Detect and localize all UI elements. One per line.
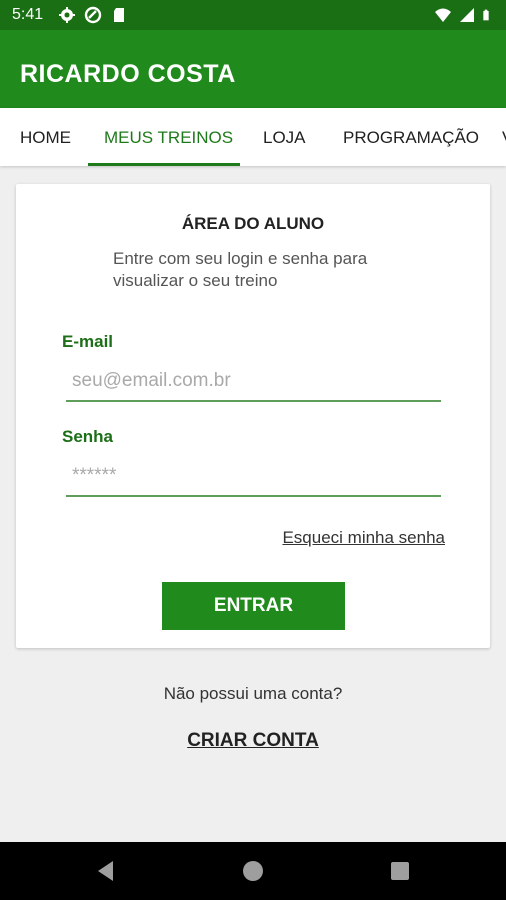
app-title: RICARDO COSTA [20, 60, 236, 88]
card-subtitle: Entre com seu login e senha para visuali… [113, 249, 368, 290]
back-icon[interactable] [93, 858, 119, 884]
status-bar: 5:41 [0, 0, 506, 30]
tab-home[interactable]: HOME [20, 108, 71, 166]
data-saver-icon [84, 6, 102, 24]
tab-active-indicator [88, 163, 240, 166]
gear-icon [59, 7, 75, 23]
tab-meus-treinos[interactable]: MEUS TREINOS [104, 108, 233, 166]
no-account-text: Não possui uma conta? [163, 684, 343, 703]
wifi-icon [435, 8, 451, 22]
app-bar: RICARDO COSTA [0, 30, 506, 108]
system-nav-bar [0, 842, 506, 900]
login-card: ÁREA DO ALUNO Entre com seu login e senh… [16, 184, 490, 648]
battery-icon [483, 9, 489, 21]
signal-icon [460, 8, 474, 22]
card-title: ÁREA DO ALUNO [181, 214, 325, 233]
create-account-wrapper: CRIAR CONTA [0, 730, 506, 752]
password-field[interactable] [66, 457, 441, 497]
create-account-link[interactable]: CRIAR CONTA [187, 730, 319, 751]
tab-programacao[interactable]: PROGRAMAÇÃO [343, 108, 479, 166]
tab-loja[interactable]: LOJA [263, 108, 306, 166]
email-field[interactable] [66, 362, 441, 402]
tab-partial[interactable]: V [502, 108, 506, 166]
email-label: E-mail [62, 332, 114, 351]
sd-card-icon [114, 8, 124, 22]
status-time: 5:41 [12, 6, 44, 23]
forgot-password-link[interactable]: Esqueci minha senha [282, 528, 445, 548]
login-button[interactable]: ENTRAR [162, 582, 345, 630]
tab-bar: HOME MEUS TREINOS LOJA PROGRAMAÇÃO V [0, 108, 506, 166]
recents-icon[interactable] [387, 858, 413, 884]
home-icon[interactable] [240, 858, 266, 884]
password-label: Senha [62, 427, 114, 446]
